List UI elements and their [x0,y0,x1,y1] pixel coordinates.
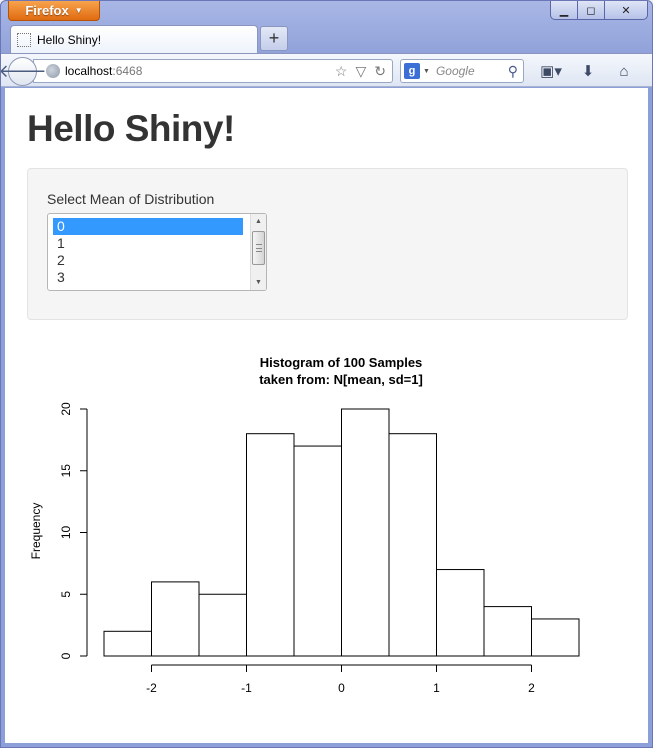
y-tick-label: 0 [59,652,73,659]
listbox-option[interactable]: 3 [53,269,243,286]
y-axis-label: Frequency [29,503,43,560]
chevron-down-icon: ▼ [74,6,83,15]
histogram-bar [483,606,532,657]
firefox-menu-label: Firefox [25,3,69,18]
tab-hello-shiny[interactable]: Hello Shiny! [10,25,258,53]
histogram-bar [436,569,485,657]
close-window-button[interactable]: ✕ [604,1,648,20]
page-title: Hello Shiny! [27,108,235,149]
history-dropdown-icon[interactable]: ▽ [355,63,366,80]
histogram-bar [151,581,200,657]
mean-select-listbox[interactable]: 0 1 2 3 ▲ ▼ [47,213,267,291]
histogram-bar [531,618,580,657]
x-tick-label: 2 [528,681,535,695]
browser-window: Firefox ▼ ▁ ◻ ✕ Hello Shiny! + 🡐 localho… [0,0,653,748]
close-icon: ✕ [621,4,631,17]
histogram-bar [246,433,295,657]
home-button[interactable]: ⌂ [610,60,638,82]
listbox-option[interactable]: 0 [53,218,243,235]
select-mean-label: Select Mean of Distribution [47,191,215,207]
y-tick-label: 10 [59,526,73,540]
x-tick-label: 0 [338,681,345,695]
tab-title: Hello Shiny! [37,32,102,47]
home-icon: ⌂ [619,62,629,80]
grip-icon [256,244,262,252]
scroll-down-arrow-icon[interactable]: ▼ [251,275,266,290]
maximize-button[interactable]: ◻ [577,1,605,20]
window-controls: ▁ ◻ ✕ [550,1,648,20]
search-engine-icon[interactable]: g [404,63,420,79]
navigation-toolbar: 🡐 localhost:6468 ☆ ▽ ↻ g ▼ Google ⚲ ▣▾ ⬇ [1,53,652,87]
x-tick-label: -1 [241,681,252,695]
reload-icon[interactable]: ↻ [374,63,386,80]
maximize-icon: ◻ [586,4,596,17]
minimize-button[interactable]: ▁ [550,1,578,20]
firefox-menu-button[interactable]: Firefox ▼ [8,1,100,21]
tab-strip: Hello Shiny! + [1,23,652,53]
new-tab-button[interactable]: + [260,26,288,51]
y-tick-label: 20 [59,402,73,416]
chart-title: Histogram of 100 Samples [260,355,423,370]
x-tick-label: -2 [146,681,157,695]
x-axis: -2 -1 0 1 2 [146,664,535,695]
histogram-bar [198,593,247,657]
histogram-bar [103,630,152,657]
listbox-scrollbar[interactable]: ▲ ▼ [250,214,266,290]
page-content: Hello Shiny! Select Mean of Distribution… [5,88,648,743]
globe-icon [46,64,60,78]
histogram-plot: Histogram of 100 Samples taken from: N[m… [29,355,580,695]
y-axis: 0 5 10 15 20 [59,402,88,659]
chevron-down-icon: ▼ [423,67,430,75]
scroll-thumb[interactable] [252,231,265,265]
y-tick-label: 5 [59,591,73,598]
download-arrow-icon: ⬇ [581,63,595,80]
downloads-button[interactable]: ⬇ [574,60,602,82]
toolbar-buttons: ▣▾ ⬇ ⌂ [536,60,638,82]
histogram-bar [341,408,390,657]
title-bar: Firefox ▼ ▁ ◻ ✕ [1,1,652,23]
sidebar-panel: Select Mean of Distribution 0 1 2 3 ▲ ▼ [27,168,628,320]
url-host: localhost [65,64,113,78]
url-bar-icons: ☆ ▽ ↻ [335,63,386,80]
search-bar[interactable]: g ▼ Google ⚲ [400,59,524,83]
page-favicon-icon [17,32,31,47]
url-port: :6468 [112,64,143,78]
bookmarks-button[interactable]: ▣▾ [536,60,566,82]
listbox-option[interactable]: 2 [53,252,243,269]
histogram-bar [293,445,342,657]
minimize-icon: ▁ [559,4,569,17]
search-icon[interactable]: ⚲ [508,63,518,80]
bookmarks-icon: ▣▾ [540,63,562,80]
plus-icon: + [268,28,280,48]
arrow-left-icon: 🡐 [0,61,47,81]
bookmark-star-icon[interactable]: ☆ [335,63,348,80]
chart-subtitle: taken from: N[mean, sd=1] [259,372,423,387]
search-input[interactable]: Google [436,64,475,78]
url-bar[interactable]: localhost:6468 ☆ ▽ ↻ [33,59,393,83]
histogram-bars [103,408,580,657]
histogram-bar [388,433,437,657]
listbox-option[interactable]: 1 [53,235,243,252]
scroll-up-arrow-icon[interactable]: ▲ [251,214,266,229]
x-tick-label: 1 [433,681,440,695]
y-tick-label: 15 [59,464,73,478]
back-button[interactable]: 🡐 [1,57,47,86]
